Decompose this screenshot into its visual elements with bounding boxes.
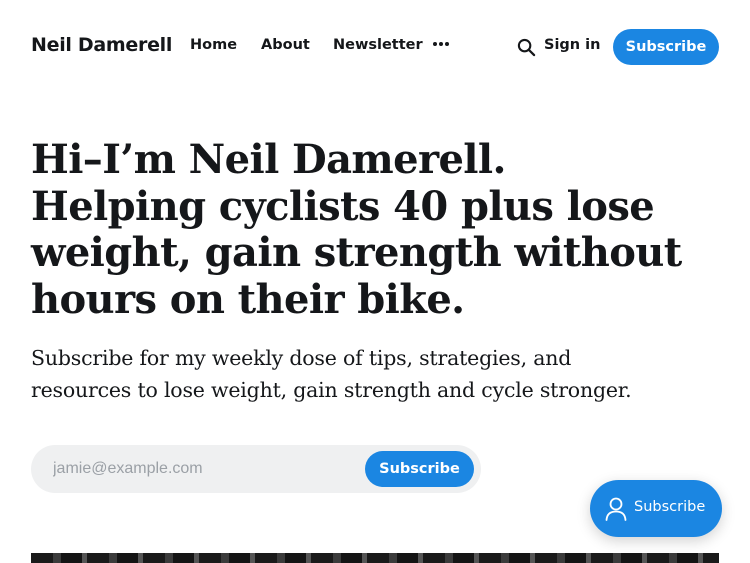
nav-item-about[interactable]: About bbox=[261, 37, 310, 53]
more-horizontal-icon[interactable] bbox=[433, 42, 451, 48]
page-headline: Hi–I’m Neil Damerell. Helping cyclists 4… bbox=[31, 136, 682, 323]
page-subheadline: Subscribe for my weekly dose of tips, st… bbox=[31, 346, 632, 402]
user-icon bbox=[605, 497, 627, 521]
portal-subscribe-button[interactable]: Subscribe bbox=[590, 480, 722, 537]
feature-image bbox=[31, 553, 719, 563]
email-input[interactable] bbox=[53, 457, 353, 481]
site-title[interactable]: Neil Damerell bbox=[31, 34, 172, 56]
nav-item-home[interactable]: Home bbox=[190, 37, 237, 53]
header-subscribe-button[interactable]: Subscribe bbox=[613, 29, 719, 65]
portal-subscribe-label: Subscribe bbox=[634, 499, 706, 515]
search-icon[interactable] bbox=[517, 38, 536, 57]
form-subscribe-button[interactable]: Subscribe bbox=[365, 451, 474, 487]
site-header: Neil Damerell Home About Newsletter Sign… bbox=[0, 0, 750, 94]
nav-item-newsletter[interactable]: Newsletter bbox=[333, 37, 423, 53]
sign-in-link[interactable]: Sign in bbox=[544, 37, 600, 53]
signup-form: Subscribe bbox=[31, 445, 481, 493]
